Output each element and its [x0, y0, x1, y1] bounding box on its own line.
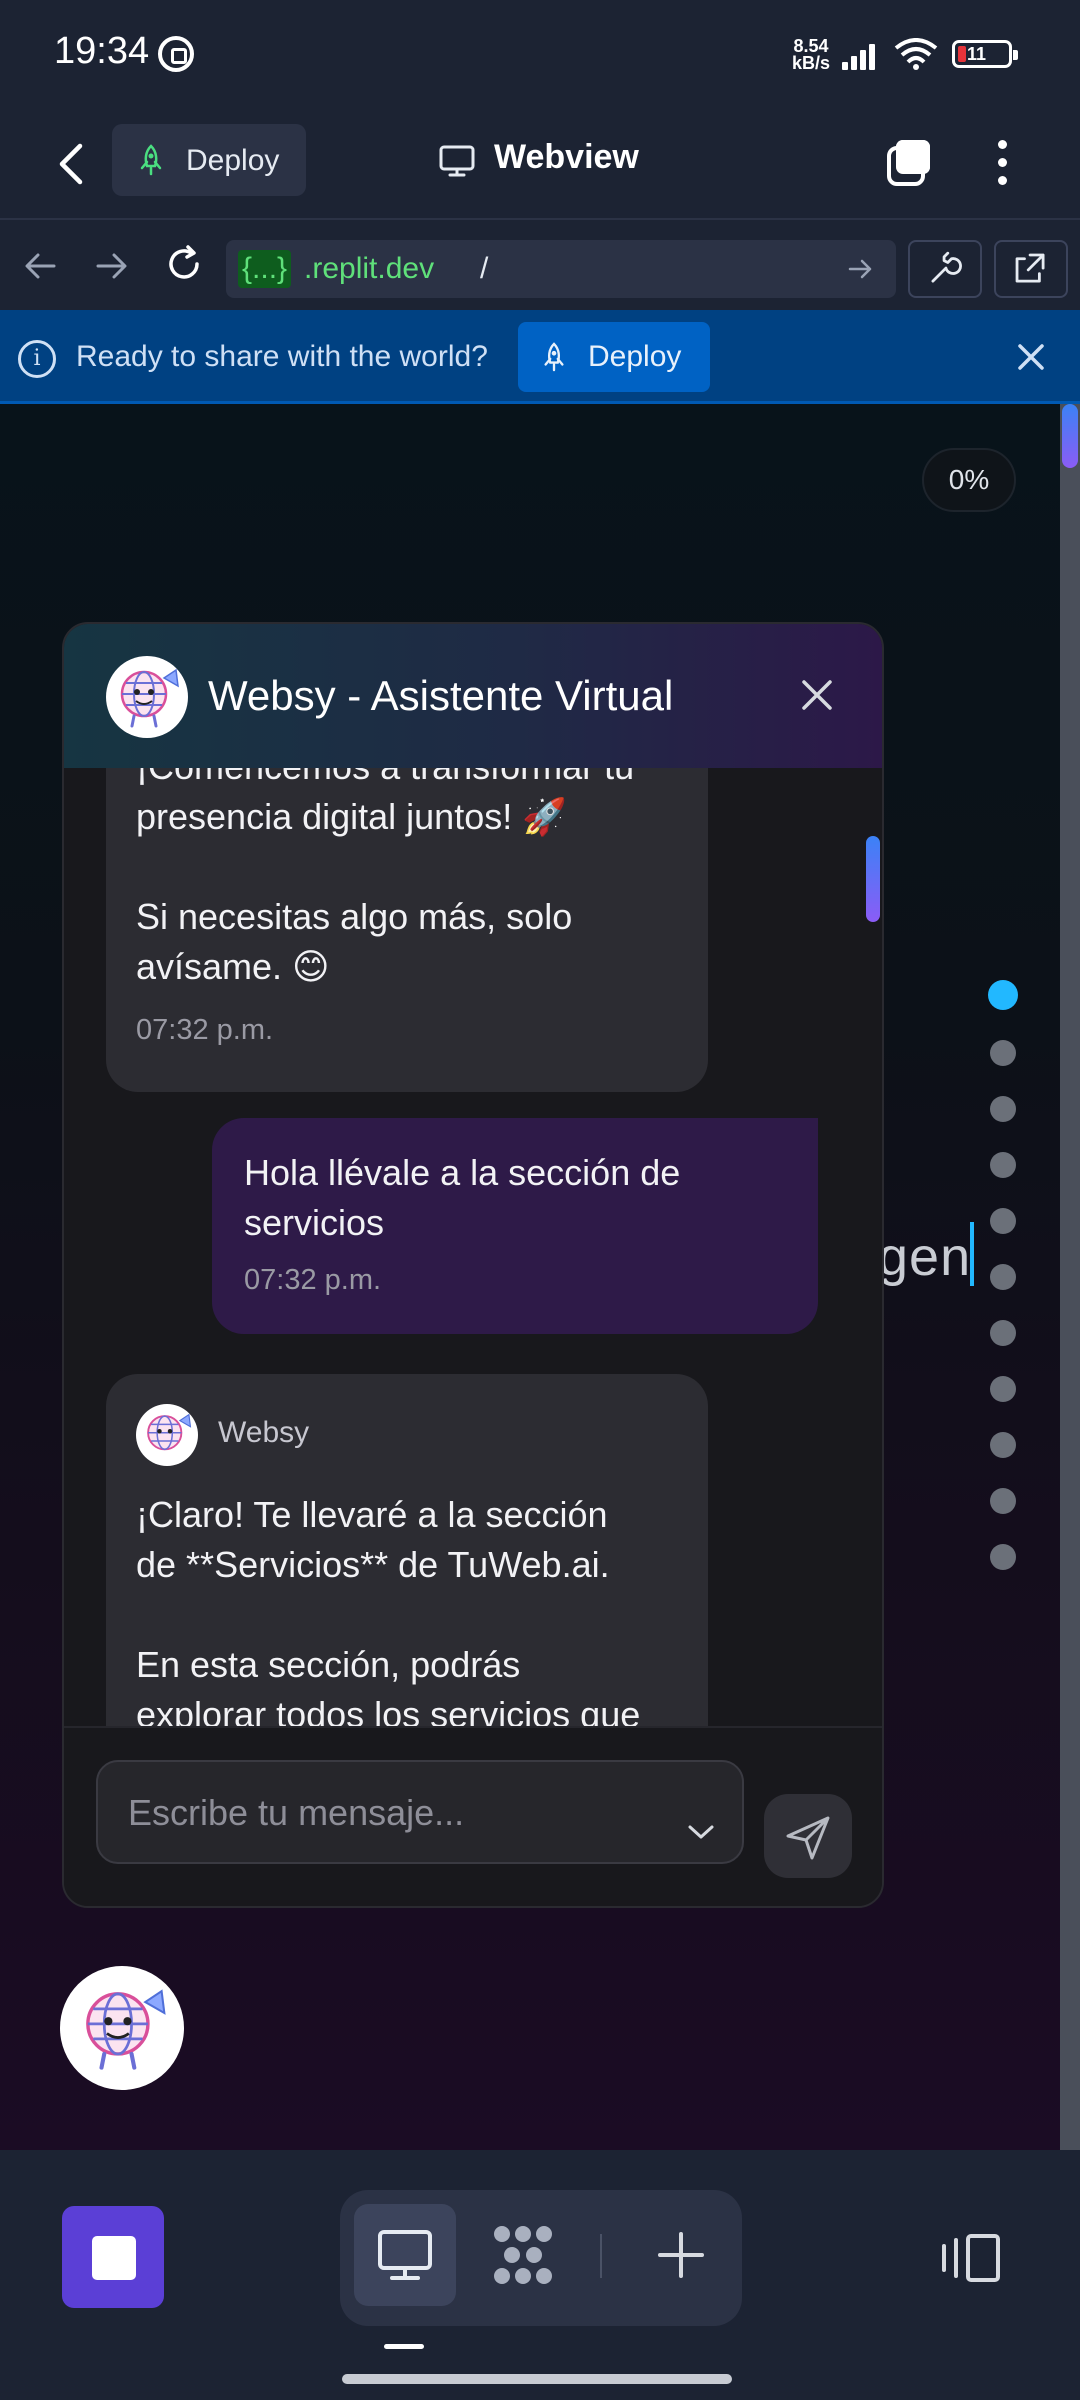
webview-scroll-thumb[interactable]: [1062, 404, 1078, 468]
panel-toggle-icon[interactable]: [932, 2232, 1002, 2284]
section-dot[interactable]: [990, 1096, 1016, 1122]
info-icon: [18, 340, 56, 378]
section-dot[interactable]: [990, 1544, 1016, 1570]
chat-header: Websy - Asistente Virtual: [64, 624, 882, 768]
tab-apps[interactable]: [472, 2204, 574, 2306]
bot-message: Websy ¡Claro! Te llevaré a la sección de…: [106, 1374, 708, 1726]
chat-messages[interactable]: ¡Comencemos a transformar tu presencia d…: [64, 768, 882, 1726]
message-time: 07:32 p.m.: [136, 1014, 274, 1046]
devtools-button[interactable]: [908, 240, 982, 298]
chat-launcher-button[interactable]: [60, 1966, 184, 2090]
add-tab-button[interactable]: [630, 2204, 732, 2306]
message-text: Hola llévale a la sección de servicios: [244, 1152, 681, 1243]
bot-avatar: [136, 1404, 198, 1466]
assistant-avatar: [106, 656, 188, 738]
chevron-down-icon[interactable]: [686, 1822, 716, 1842]
monitor-icon: [439, 145, 475, 177]
tabs-icon[interactable]: [884, 134, 936, 190]
grid-dots-icon: [494, 2226, 552, 2284]
section-dot[interactable]: [990, 1152, 1016, 1178]
bottom-toolbar: [0, 2150, 1080, 2400]
battery-level: 11: [967, 44, 987, 64]
text-caret: [970, 1222, 974, 1286]
tab-webview[interactable]: [354, 2204, 456, 2306]
message-text: ¡Comencemos a transformar tu presencia d…: [136, 768, 634, 987]
deploy-button-label: Deploy: [186, 144, 280, 177]
back-arrow-icon[interactable]: [50, 140, 94, 188]
nav-forward-icon[interactable]: [94, 250, 130, 282]
active-tab-indicator: [384, 2344, 424, 2349]
stop-icon: [92, 2236, 136, 2280]
wrench-icon: [931, 251, 962, 283]
deploy-rocket-icon: [544, 342, 564, 372]
deploy-button[interactable]: Deploy: [112, 124, 306, 196]
go-arrow-icon[interactable]: [846, 256, 876, 282]
share-banner: Ready to share with the world? Deploy: [0, 310, 1080, 404]
section-dot[interactable]: [990, 1320, 1016, 1346]
assistant-avatar-icon: [86, 1989, 166, 2070]
status-time: 19:34: [54, 30, 150, 72]
close-icon[interactable]: [800, 678, 834, 712]
message-text: ¡Claro! Te llevaré a la sección de **Ser…: [136, 1494, 641, 1726]
network-speed: 8.54 kB/s: [792, 37, 831, 73]
chat-window: Websy - Asistente Virtual ¡Comencemos a …: [62, 622, 884, 1908]
message-input[interactable]: Escribe tu mensaje...: [96, 1760, 744, 1864]
message-time: 07:32 p.m.: [244, 1264, 382, 1296]
send-icon: [786, 1816, 830, 1860]
background-heading-text: gen: [878, 1227, 972, 1287]
divider: [600, 2234, 602, 2278]
url-host: .replit.dev: [304, 252, 435, 285]
more-options-icon[interactable]: [984, 134, 1020, 190]
view-switcher: [340, 2190, 742, 2326]
url-input[interactable]: {...} .replit.dev /: [226, 240, 896, 298]
bot-name: Websy: [218, 1416, 310, 1449]
open-external-button[interactable]: [994, 240, 1068, 298]
user-message: Hola llévale a la sección de servicios 0…: [212, 1118, 818, 1334]
message-input-placeholder: Escribe tu mensaje...: [128, 1792, 465, 1833]
wifi-icon: [894, 38, 938, 70]
plus-icon: [658, 2232, 704, 2278]
banner-deploy-label: Deploy: [588, 340, 682, 373]
webview-content[interactable]: 0% gen Websy - Asistente Virtual presenc…: [0, 404, 1060, 2150]
section-dot[interactable]: [990, 1264, 1016, 1290]
section-dot[interactable]: [990, 1040, 1016, 1066]
banner-deploy-button[interactable]: Deploy: [518, 322, 710, 392]
url-host-prefix: {...}: [238, 250, 292, 288]
battery-icon: 11: [952, 40, 1018, 68]
monitor-icon: [378, 2230, 432, 2280]
page-title: Webview: [494, 138, 639, 176]
reload-icon[interactable]: [164, 244, 204, 284]
app-header: Deploy Webview: [0, 108, 1080, 218]
section-dot[interactable]: [990, 1376, 1016, 1402]
section-dot-active[interactable]: [988, 980, 1018, 1010]
bot-message: ¡Comencemos a transformar tu presencia d…: [106, 768, 708, 1092]
gesture-bar: [342, 2374, 732, 2384]
banner-text: Ready to share with the world?: [76, 340, 488, 373]
stop-button[interactable]: [62, 2206, 164, 2308]
nav-back-icon[interactable]: [22, 250, 58, 282]
network-speed-unit: kB/s: [792, 53, 831, 73]
section-dot[interactable]: [990, 1488, 1016, 1514]
close-icon[interactable]: [1016, 342, 1046, 372]
progress-badge: 0%: [922, 448, 1016, 512]
chat-input-area: Escribe tu mensaje...: [64, 1726, 882, 1906]
url-path: /: [480, 252, 489, 285]
external-link-icon: [1015, 253, 1045, 283]
deploy-rocket-icon: [140, 144, 162, 176]
webview-scrollbar[interactable]: [1060, 404, 1080, 2150]
whatsapp-icon: [158, 36, 194, 72]
section-dot[interactable]: [990, 1208, 1016, 1234]
section-dot[interactable]: [990, 1432, 1016, 1458]
chat-title: Websy - Asistente Virtual: [208, 672, 674, 719]
chat-scrollbar[interactable]: [866, 836, 880, 922]
browser-toolbar: {...} .replit.dev /: [0, 218, 1080, 310]
status-bar: 19:34 8.54 kB/s 11: [0, 0, 1080, 108]
send-button[interactable]: [764, 1794, 852, 1878]
signal-icon: [842, 40, 882, 70]
